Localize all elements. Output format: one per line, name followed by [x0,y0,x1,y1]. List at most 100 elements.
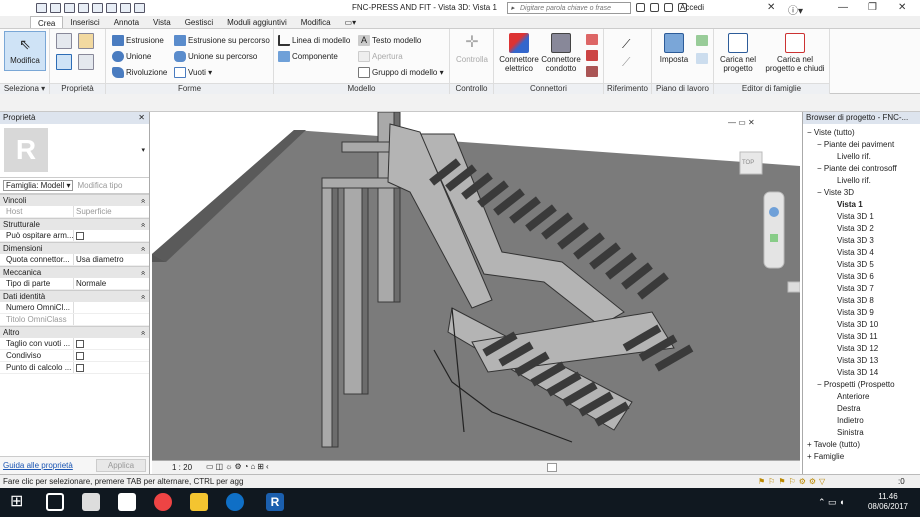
minimize-button[interactable]: — [838,2,848,13]
system-clock[interactable]: 11.46 08/06/2017 [868,492,908,512]
checkbox[interactable] [76,339,84,348]
help-icon[interactable]: ⓘ▾ [788,2,803,17]
carica-chiudi-button[interactable]: Carica nel progetto e chiudi [762,33,828,73]
binoculars-icon[interactable] [636,3,645,12]
browser-item[interactable]: Vista 3D 9 [803,307,920,319]
subscription-icon[interactable] [650,3,659,12]
viewcube[interactable]: TOP [742,160,754,166]
search-input[interactable]: Digitare parola chiave o frase [507,2,631,14]
browser-item[interactable]: − Viste (tutto) [803,127,920,139]
view-control-icons[interactable]: ▭◫☼⚙◔⌂⊞‹ [206,462,271,471]
family-types-icon[interactable] [56,33,72,49]
apertura-button[interactable]: Apertura [358,51,403,62]
modifica-button[interactable]: ⇖ Modifica [4,31,46,71]
close-icon[interactable]: ✕ [138,112,145,124]
browser-item[interactable]: − Prospetti (Prospetto [803,379,920,391]
prop-value[interactable] [74,338,149,349]
linea-modello-button[interactable]: Linea di modello [278,35,350,46]
browser-item[interactable]: Vista 3D 2 [803,223,920,235]
family-category-icon[interactable] [78,33,94,49]
browser-item[interactable]: Destra [803,403,920,415]
edit-type-button[interactable]: Modifica tipo [77,181,122,190]
measure-icon[interactable] [106,3,117,13]
prop-value[interactable] [74,230,149,241]
browser-item[interactable]: Vista 3D 7 [803,283,920,295]
browser-item[interactable]: Vista 3D 1 [803,211,920,223]
browser-item[interactable]: Vista 3D 12 [803,343,920,355]
connettore-elettrico-button[interactable]: Connettore elettrico [496,33,542,73]
browser-item[interactable]: Vista 3D 5 [803,259,920,271]
conduit-connector-icon[interactable] [586,66,598,77]
estrusione-button[interactable]: Estrusione [112,35,164,46]
properties-icon[interactable] [56,54,72,70]
tab-modifica[interactable]: Modifica [294,16,338,28]
browser-item[interactable]: Anteriore [803,391,920,403]
calculator-icon[interactable] [82,493,100,511]
3d-view-icon[interactable] [134,3,145,13]
browser-item[interactable]: Vista 3D 3 [803,235,920,247]
view-scale[interactable]: 1 : 20 [172,463,192,472]
componente-button[interactable]: Componente [278,51,338,62]
windows-start-icon[interactable]: ⊞ [10,493,28,511]
tab-moduli[interactable]: Moduli aggiuntivi [220,16,294,28]
prop-value[interactable]: Normale [74,278,149,289]
browser-item[interactable]: Livello rif. [803,175,920,187]
prop-value[interactable]: Usa diametro [74,254,149,265]
expand-toggle-icon[interactable]: − [817,188,824,197]
properties-help-link[interactable]: Guida alle proprietà [3,461,73,470]
viewer-icon[interactable] [696,53,708,64]
task-view-icon[interactable] [46,493,64,511]
tab-vista[interactable]: Vista [146,16,178,28]
ribbon-toggle-icon[interactable]: ▭▾ [338,16,364,28]
tab-crea[interactable]: Crea [30,16,64,28]
checkbox[interactable] [76,351,84,360]
expand-toggle-icon[interactable]: − [817,164,824,173]
browser-app-icon[interactable] [226,493,244,511]
browser-item[interactable]: Vista 3D 4 [803,247,920,259]
browser-item[interactable]: Vista 3D 10 [803,319,920,331]
imposta-button[interactable]: Imposta [656,33,692,64]
prop-value[interactable] [74,314,149,325]
apply-button[interactable]: Applica [96,459,146,472]
browser-item[interactable]: Vista 3D 11 [803,331,920,343]
controlla-button[interactable]: ✛ Controlla [452,33,492,64]
browser-item[interactable]: Vista 3D 14 [803,367,920,379]
browser-item[interactable]: Indietro [803,415,920,427]
browser-item[interactable]: Vista 3D 13 [803,355,920,367]
prop-value[interactable] [74,350,149,361]
status-icons[interactable]: ⚑⚐⚑⚐⚙⚙▽ [758,475,828,488]
prop-section[interactable]: Dati identità [0,290,149,302]
browser-item[interactable]: Vista 3D 6 [803,271,920,283]
expand-toggle-icon[interactable]: − [807,128,814,137]
rivoluzione-button[interactable]: Rivoluzione [112,67,167,78]
testo-modello-button[interactable]: A Testo modello [358,35,421,46]
show-work-plane-icon[interactable] [696,35,708,46]
mail-icon[interactable] [118,493,136,511]
prop-section[interactable]: Vincoli [0,194,149,206]
unione-percorso-button[interactable]: Unione su percorso [174,51,257,62]
open-icon[interactable] [36,3,47,13]
prop-section[interactable]: Meccanica [0,266,149,278]
favorites-icon[interactable] [664,3,673,12]
text-icon[interactable] [120,3,131,13]
restore-button[interactable]: ❐ [868,2,877,13]
close-button[interactable]: ✕ [898,2,906,13]
unione-button[interactable]: Unione [112,51,151,62]
expand-toggle-icon[interactable]: − [817,140,824,149]
redo-icon[interactable] [78,3,89,13]
type-properties-icon[interactable] [78,54,94,70]
vuoti-dropdown[interactable]: Vuoti ▾ [174,67,212,78]
checkbox[interactable] [76,231,84,240]
expand-toggle-icon[interactable]: + [807,452,814,461]
seleziona-dropdown[interactable]: Seleziona ▾ [0,83,49,94]
browser-item[interactable]: − Piante dei paviment [803,139,920,151]
browser-item[interactable]: Sinistra [803,427,920,439]
browser-item[interactable]: − Viste 3D [803,187,920,199]
sign-in-button[interactable]: Accedi [680,3,704,12]
chrome-icon[interactable] [154,493,172,511]
tray-icons[interactable]: ⌃ ▭ ◖ [818,497,844,508]
prop-value[interactable] [74,362,149,373]
checkbox[interactable] [76,363,84,372]
explorer-icon[interactable] [190,493,208,511]
reference-line-icon[interactable]: ⟋ [622,37,630,52]
